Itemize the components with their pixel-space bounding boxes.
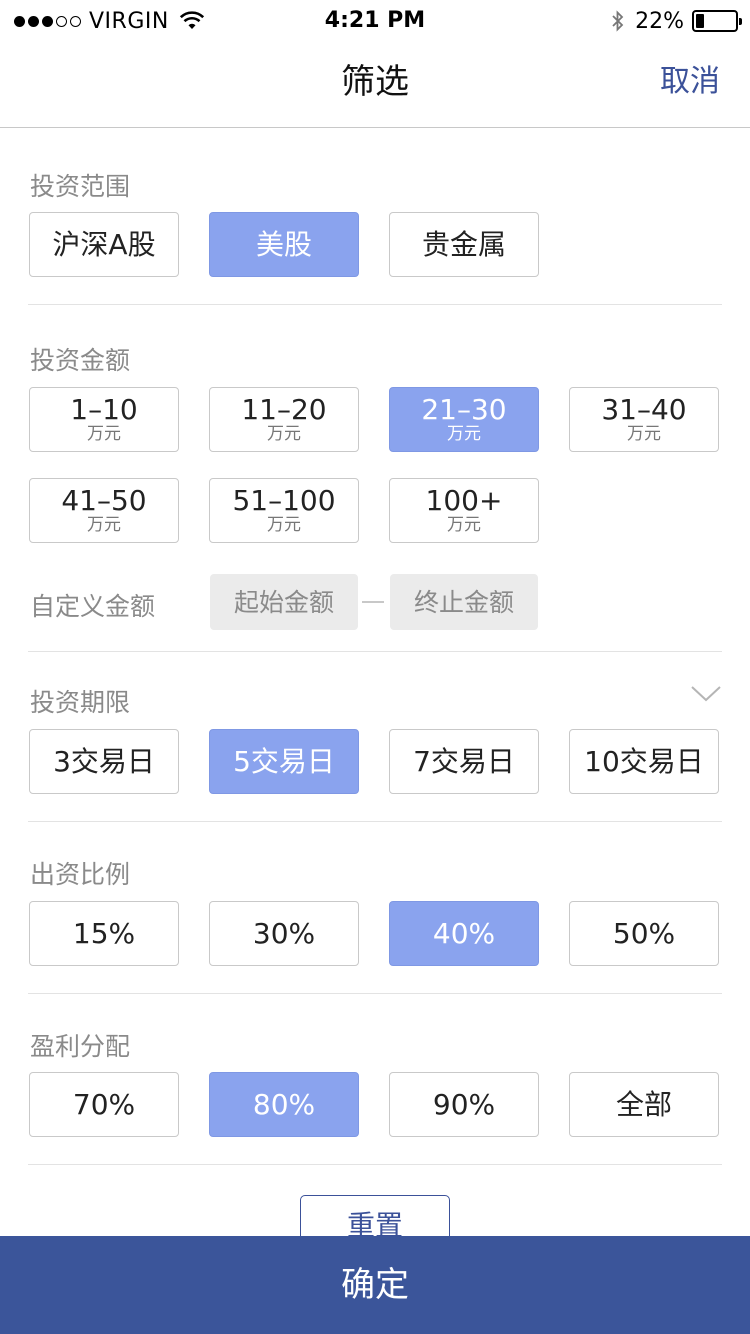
option-label: 7交易日 xyxy=(413,744,515,778)
amount-option[interactable]: 21–30 万元 xyxy=(389,387,539,452)
page-title: 筛选 xyxy=(341,62,409,102)
option-unit: 万元 xyxy=(627,424,661,444)
option-label: 3交易日 xyxy=(53,744,155,778)
option-label: 贵金属 xyxy=(421,227,506,261)
option-label: 21–30 xyxy=(421,393,507,426)
option-unit: 万元 xyxy=(87,424,121,444)
option-label: 90% xyxy=(432,1087,496,1121)
divider xyxy=(28,651,722,652)
ratio-option[interactable]: 50% xyxy=(569,901,719,966)
option-unit: 万元 xyxy=(87,515,121,535)
option-unit: 万元 xyxy=(447,424,481,444)
start-amount-input[interactable] xyxy=(210,574,358,630)
divider xyxy=(28,993,722,994)
option-label: 41–50 xyxy=(61,484,147,517)
end-amount-input[interactable] xyxy=(390,574,538,630)
option-label: 70% xyxy=(72,1087,136,1121)
battery-area: 22% xyxy=(611,6,742,36)
divider xyxy=(28,1164,722,1165)
confirm-button[interactable]: 确定 xyxy=(0,1236,750,1334)
profit-option[interactable]: 90% xyxy=(389,1072,539,1137)
battery-icon xyxy=(692,10,742,32)
option-label: 5交易日 xyxy=(233,744,335,778)
nav-bar: 筛选 取消 xyxy=(0,40,750,128)
scope-option-a-shares[interactable]: 沪深A股 xyxy=(29,212,179,277)
amount-option[interactable]: 11–20 万元 xyxy=(209,387,359,452)
option-label: 100+ xyxy=(425,484,503,517)
range-separator xyxy=(362,601,384,603)
option-label: 40% xyxy=(432,916,496,950)
amount-option[interactable]: 100+ 万元 xyxy=(389,478,539,543)
battery-level xyxy=(696,14,705,28)
option-unit: 万元 xyxy=(267,424,301,444)
option-label: 15% xyxy=(72,916,136,950)
term-option[interactable]: 5交易日 xyxy=(209,729,359,794)
profit-option[interactable]: 全部 xyxy=(569,1072,719,1137)
ratio-option[interactable]: 30% xyxy=(209,901,359,966)
ratio-option[interactable]: 15% xyxy=(29,901,179,966)
amount-option[interactable]: 51–100 万元 xyxy=(209,478,359,543)
term-option[interactable]: 3交易日 xyxy=(29,729,179,794)
divider xyxy=(28,821,722,822)
option-label: 美股 xyxy=(255,227,312,261)
option-label: 1–10 xyxy=(70,393,138,426)
section-title-ratio: 出资比例 xyxy=(30,860,131,889)
option-label: 80% xyxy=(252,1087,316,1121)
scope-option-us-stocks[interactable]: 美股 xyxy=(209,212,359,277)
option-label: 10交易日 xyxy=(584,744,704,778)
term-option[interactable]: 10交易日 xyxy=(569,729,719,794)
divider xyxy=(28,304,722,305)
battery-percent: 22% xyxy=(635,8,684,34)
option-label: 11–20 xyxy=(241,393,327,426)
ratio-option[interactable]: 40% xyxy=(389,901,539,966)
option-unit: 万元 xyxy=(447,515,481,535)
cancel-button[interactable]: 取消 xyxy=(660,40,720,124)
option-unit: 万元 xyxy=(267,515,301,535)
option-label: 全部 xyxy=(615,1087,672,1121)
filter-screen: VIRGIN 4:21 PM 22% 筛选 取消 投资范围 沪深A股 美股 贵金… xyxy=(0,0,750,1334)
profit-option[interactable]: 80% xyxy=(209,1072,359,1137)
section-title-scope: 投资范围 xyxy=(30,172,131,201)
scope-option-precious-metals[interactable]: 贵金属 xyxy=(389,212,539,277)
term-option[interactable]: 7交易日 xyxy=(389,729,539,794)
amount-option[interactable]: 41–50 万元 xyxy=(29,478,179,543)
amount-option[interactable]: 1–10 万元 xyxy=(29,387,179,452)
profit-option[interactable]: 70% xyxy=(29,1072,179,1137)
option-label: 31–40 xyxy=(601,393,687,426)
section-title-amount: 投资金额 xyxy=(30,346,131,375)
option-label: 51–100 xyxy=(232,484,336,517)
section-title-term: 投资期限 xyxy=(30,688,131,717)
section-title-profit: 盈利分配 xyxy=(30,1032,131,1061)
option-label: 30% xyxy=(252,916,316,950)
bluetooth-icon xyxy=(611,9,625,33)
option-label: 沪深A股 xyxy=(52,227,156,261)
option-label: 50% xyxy=(612,916,676,950)
chevron-down-icon[interactable] xyxy=(690,684,722,708)
amount-option[interactable]: 31–40 万元 xyxy=(569,387,719,452)
status-bar: VIRGIN 4:21 PM 22% xyxy=(0,0,750,40)
custom-amount-label: 自定义金额 xyxy=(30,592,156,621)
